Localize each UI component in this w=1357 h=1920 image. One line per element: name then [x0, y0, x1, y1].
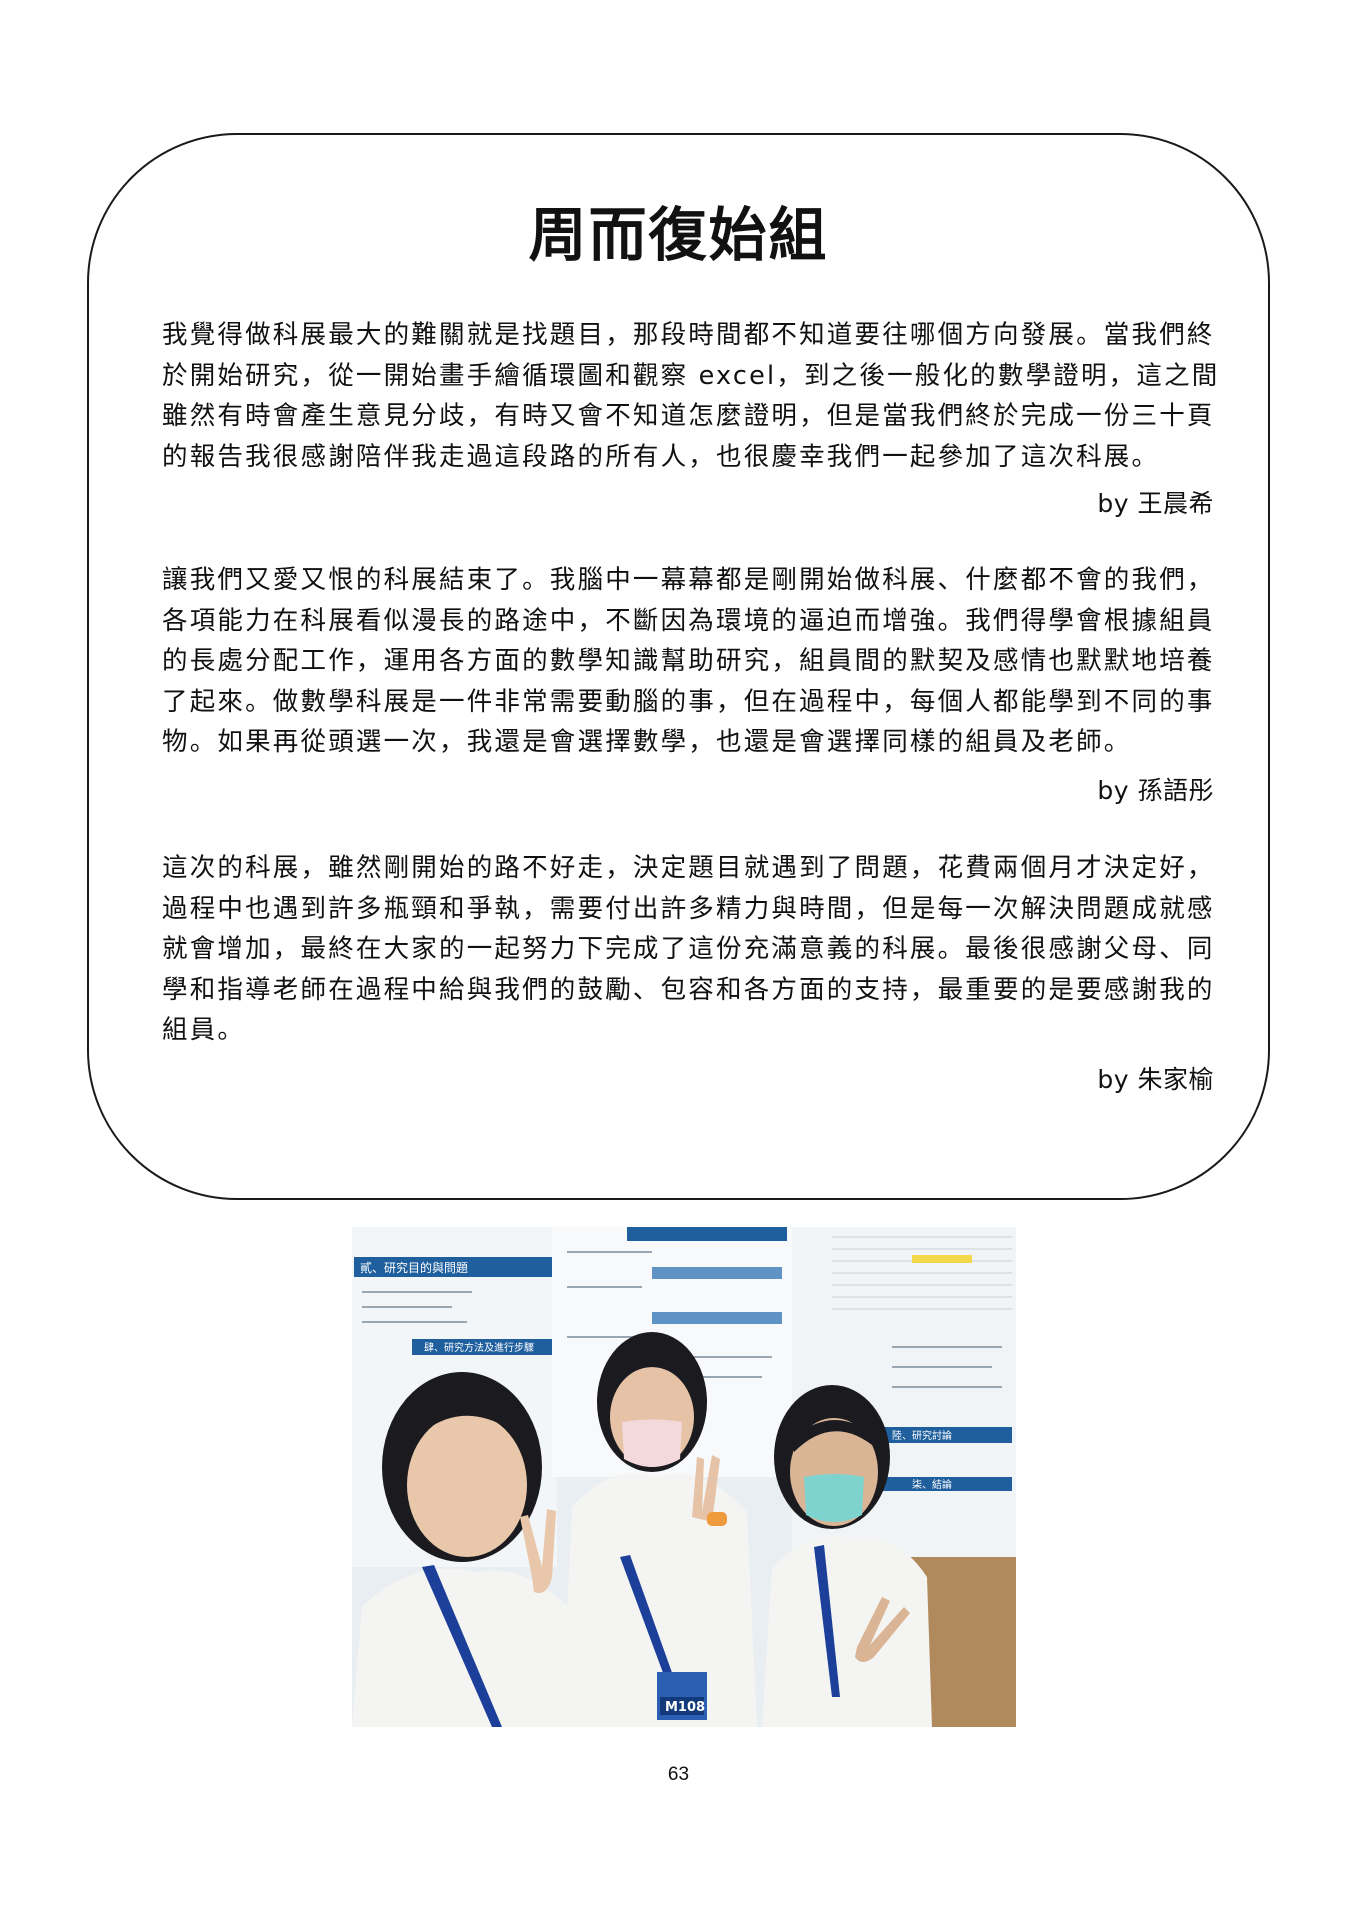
group-photo: 貳、研究目的與問題 肆、研究方法及進行步驟 陸、研究討論 柒、結論 M108 — [352, 1227, 1016, 1727]
author-signature-3: by 朱家榆 — [1097, 1065, 1214, 1094]
page-title: 周而復始組 — [528, 201, 829, 269]
page-number: 63 — [667, 1764, 690, 1785]
reflection-paragraph-1: 我覺得做科展最大的難關就是找題目，那段時間都不知道要往哪個方向發展。當我們終 於… — [162, 315, 1220, 477]
reflection-paragraph-3: 這次的科展，雖然剛開始的路不好走，決定題目就遇到了問題，花費兩個月才決定好， 過… — [162, 848, 1215, 1051]
paragraph-line: 各項能力在科展看似漫長的路途中，不斷因為環境的逼迫而增強。我們得學會根據組員 — [162, 605, 1215, 636]
paragraph-line: 過程中也遇到許多瓶頸和爭執，需要付出許多精力與時間，但是每一次解決問題成就感 — [162, 893, 1215, 924]
reflection-paragraph-2: 讓我們又愛又恨的科展結束了。我腦中一幕幕都是剛開始做科展、什麼都不會的我們， 各… — [162, 560, 1215, 763]
paragraph-line: 雖然有時會產生意見分歧，有時又會不知道怎麼證明，但是當我們終於完成一份三十頁 — [162, 401, 1215, 431]
paragraph-line: 我覺得做科展最大的難關就是找題目，那段時間都不知道要往哪個方向發展。當我們終 — [162, 320, 1215, 350]
paragraph-line: 於開始研究，從一開始畫手繪循環圖和觀察 excel，到之後一般化的數學證明，這之… — [162, 360, 1220, 391]
author-signature-2: by 孫語彤 — [1097, 776, 1214, 805]
paragraph-line: 的長處分配工作，運用各方面的數學知識幫助研究，組員間的默契及感情也默默地培養 — [162, 646, 1215, 676]
paragraph-line: 的報告我很感謝陪伴我走過這段路的所有人，也很慶幸我們一起參加了這次科展。 — [162, 441, 1160, 472]
paragraph-line: 就會增加，最終在大家的一起努力下完成了這份充滿意義的科展。最後很感謝父母、同 — [162, 934, 1215, 964]
paragraph-line: 組員。 — [162, 1015, 246, 1045]
paragraph-line: 讓我們又愛又恨的科展結束了。我腦中一幕幕都是剛開始做科展、什麼都不會的我們， — [162, 565, 1215, 595]
paragraph-line: 這次的科展，雖然剛開始的路不好走，決定題目就遇到了問題，花費兩個月才決定好， — [162, 853, 1215, 883]
poster-heading-1: 貳、研究目的與問題 — [360, 1260, 468, 1275]
poster-heading-2: 肆、研究方法及進行步驟 — [424, 1341, 534, 1354]
badge-label: M108 — [665, 1700, 705, 1715]
paragraph-line: 學和指導老師在過程中給與我們的鼓勵、包容和各方面的支持，最重要的是要感謝我的 — [162, 974, 1215, 1005]
poster-heading-4: 柒、結論 — [912, 1478, 952, 1491]
author-signature-1: by 王晨希 — [1097, 489, 1214, 518]
poster-heading-3: 陸、研究討論 — [892, 1429, 952, 1442]
paragraph-line: 了起來。做數學科展是一件非常需要動腦的事，但在過程中，每個人都能學到不同的事 — [162, 686, 1215, 717]
paragraph-line: 物。如果再從頭選一次，我還是會選擇數學，也還是會選擇同樣的組員及老師。 — [162, 727, 1132, 757]
